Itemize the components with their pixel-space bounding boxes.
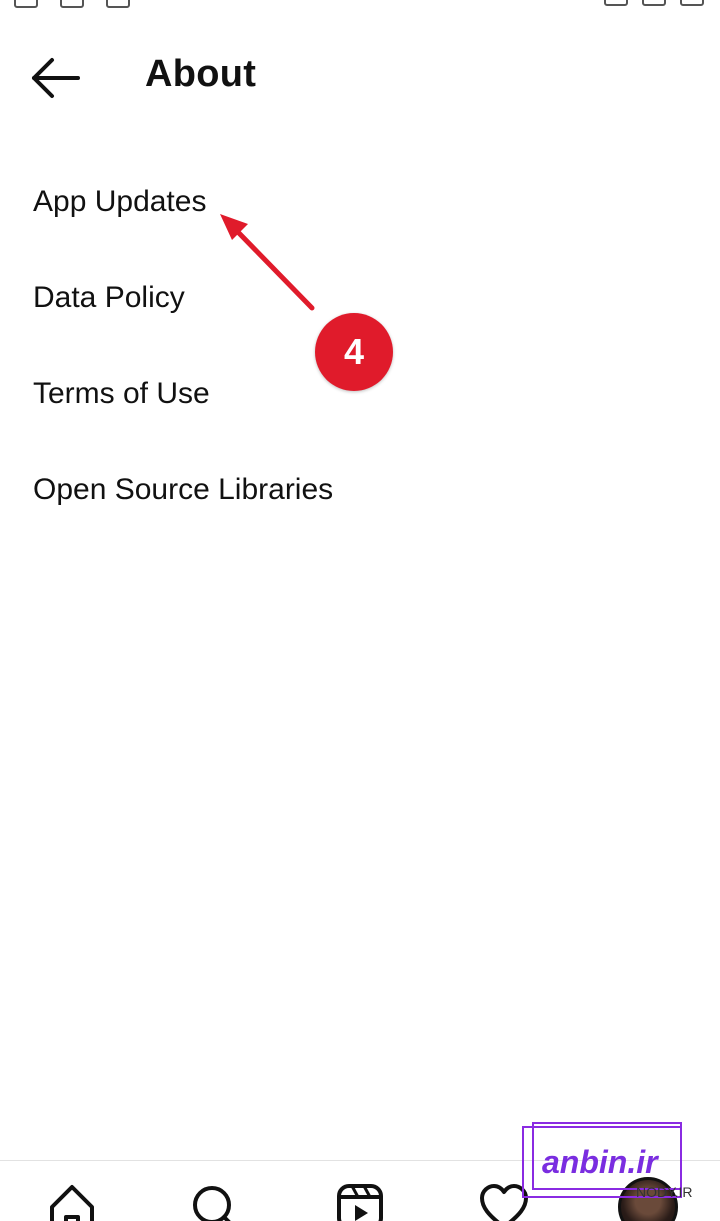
home-icon (50, 1185, 94, 1221)
wifi-icon (642, 0, 666, 6)
status-left-icons (14, 0, 130, 8)
battery-icon (680, 0, 704, 6)
heart-icon (480, 1184, 528, 1221)
nav-home[interactable] (46, 1181, 98, 1221)
signal-icon (604, 0, 628, 6)
menu-item-app-updates[interactable]: App Updates (0, 154, 720, 250)
bottom-navigation (0, 1160, 720, 1221)
nav-search[interactable] (188, 1181, 240, 1221)
notification-icon (60, 0, 84, 8)
status-right-icons (604, 0, 704, 6)
page-title: About (145, 53, 257, 95)
nav-activity[interactable] (478, 1181, 530, 1221)
notification-icon (106, 0, 130, 8)
arrow-left-icon (32, 58, 80, 98)
search-icon (193, 1186, 231, 1221)
nav-reels[interactable] (334, 1181, 386, 1221)
menu-item-open-source-libraries[interactable]: Open Source Libraries (0, 442, 720, 538)
step-badge: 4 (315, 313, 393, 391)
profile-avatar[interactable] (618, 1177, 678, 1221)
status-bar (0, 0, 720, 14)
notification-icon (14, 0, 38, 8)
header-bar: About (0, 40, 720, 120)
back-button[interactable] (28, 56, 84, 100)
reels-icon (337, 1184, 383, 1221)
